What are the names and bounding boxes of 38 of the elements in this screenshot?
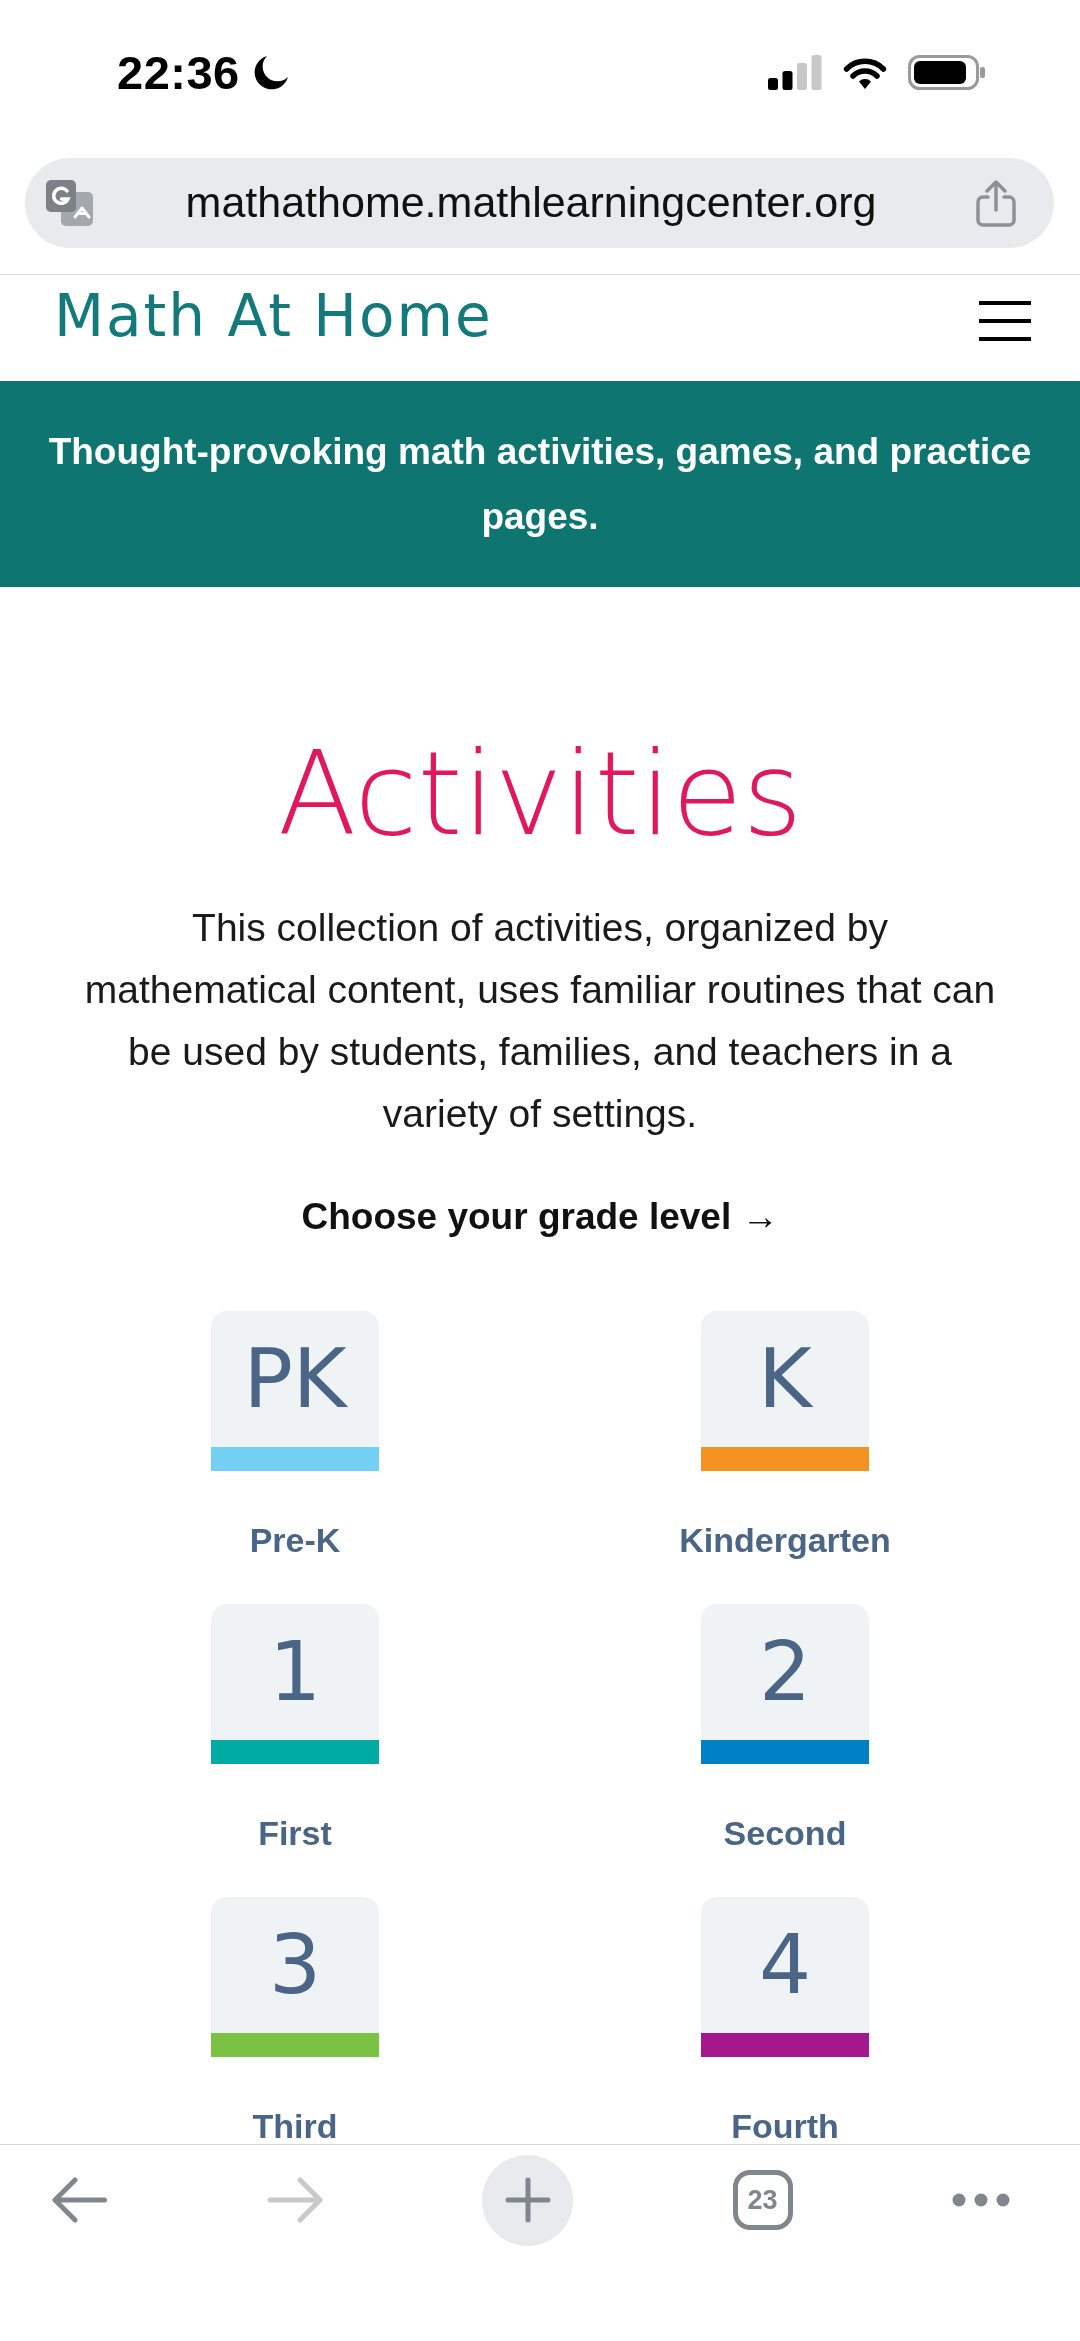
tagline-banner: Thought-provoking math activities, games, and practice pages.	[0, 381, 1080, 587]
url-text[interactable]: mathathome.mathlearningcenter.org	[185, 177, 877, 229]
grade-number: K	[758, 1338, 812, 1420]
grade-label[interactable]: Pre-K	[249, 1524, 341, 1556]
menu-icon	[979, 301, 1031, 341]
battery-icon	[908, 55, 986, 90]
more-button[interactable]	[952, 2193, 1010, 2207]
grade-tile[interactable]: 3	[211, 1897, 379, 2057]
signal-icon	[768, 55, 822, 90]
grade-label[interactable]: Third	[252, 2110, 338, 2142]
grade-number: PK	[243, 1338, 347, 1420]
arrow-right-icon	[266, 2177, 323, 2223]
status-time: 22:36	[117, 49, 240, 96]
grade-prompt: Choose your grade level →	[301, 1195, 779, 1239]
page-heading: Activities	[277, 737, 803, 852]
menu-button[interactable]	[979, 301, 1031, 341]
grade-number: 4	[758, 1924, 812, 2006]
plus-icon	[504, 2177, 551, 2223]
grade-tile[interactable]: K	[701, 1311, 869, 1471]
translate-icon[interactable]	[45, 179, 94, 227]
grade-label[interactable]: Second	[723, 1817, 847, 1849]
grade-tile[interactable]: PK	[211, 1311, 379, 1471]
intro-paragraph: This collection of activities, organized by mathematical content, uses familiar routines that can be used by students, families, and teachers in a variety of settings.	[83, 905, 997, 1137]
grade-number: 1	[268, 1631, 322, 1713]
grade-tile[interactable]: 4	[701, 1897, 869, 2057]
site-title[interactable]: Math At Home	[54, 287, 493, 345]
tabs-button[interactable]: 23	[732, 2170, 793, 2230]
share-icon[interactable]	[975, 179, 1017, 227]
grade-label[interactable]: Fourth	[731, 2110, 839, 2142]
arrow-left-icon	[52, 2177, 107, 2223]
grade-tile[interactable]: 2	[701, 1604, 869, 1764]
back-button[interactable]	[52, 2177, 107, 2223]
grade-label[interactable]: First	[258, 1817, 332, 1849]
grade-number: 3	[268, 1924, 322, 2006]
grade-number: 2	[758, 1631, 812, 1713]
more-icon	[952, 2193, 1010, 2207]
address-bar[interactable]: mathathome.mathlearningcenter.org	[25, 158, 1054, 248]
grade-tile[interactable]: 1	[211, 1604, 379, 1764]
